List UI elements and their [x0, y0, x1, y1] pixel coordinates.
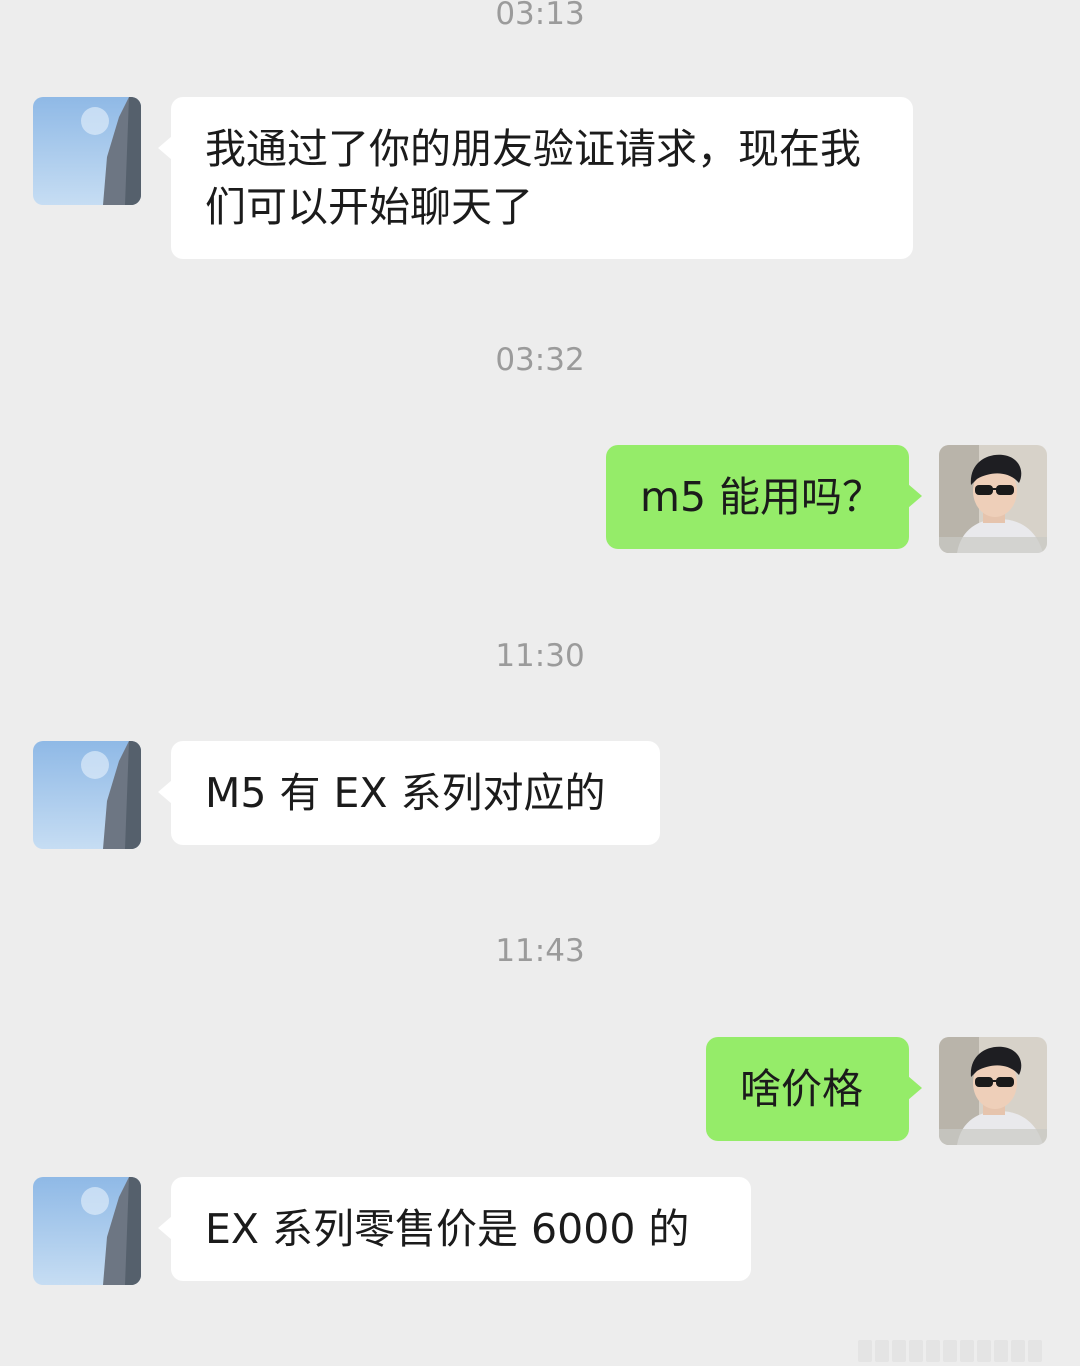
- message-bubble-outgoing[interactable]: m5 能用吗？: [606, 445, 922, 549]
- contact-avatar[interactable]: [33, 97, 141, 205]
- watermark-mark: [858, 1340, 1068, 1366]
- my-avatar[interactable]: [939, 1037, 1047, 1145]
- man-sunglasses-avatar-image: [939, 1037, 1047, 1145]
- sky-building-avatar-image: [33, 1177, 141, 1285]
- sky-building-avatar-image: [33, 97, 141, 205]
- timestamp: 03:32: [495, 342, 585, 378]
- message-bubble-incoming[interactable]: M5 有 EX 系列对应的: [158, 741, 660, 845]
- message-bubble-incoming[interactable]: 我通过了你的朋友验证请求，现在我们可以开始聊天了: [158, 97, 913, 259]
- timestamp: 11:43: [495, 933, 585, 969]
- contact-avatar[interactable]: [33, 741, 141, 849]
- timestamp: 11:30: [495, 638, 585, 674]
- sky-building-avatar-image: [33, 741, 141, 849]
- message-text: 我通过了你的朋友验证请求，现在我们可以开始聊天了: [205, 125, 861, 231]
- message-bubble-outgoing[interactable]: 啥价格: [706, 1037, 922, 1141]
- contact-avatar[interactable]: [33, 1177, 141, 1285]
- timestamp: 03:13: [495, 0, 585, 32]
- message-text: m5 能用吗？: [640, 473, 884, 521]
- message-text: 啥价格: [740, 1065, 863, 1113]
- my-avatar[interactable]: [939, 445, 1047, 553]
- message-text: M5 有 EX 系列对应的: [205, 769, 606, 817]
- message-bubble-incoming[interactable]: EX 系列零售价是 6000 的: [158, 1177, 751, 1281]
- man-sunglasses-avatar-image: [939, 445, 1047, 553]
- message-text: EX 系列零售价是 6000 的: [205, 1205, 690, 1253]
